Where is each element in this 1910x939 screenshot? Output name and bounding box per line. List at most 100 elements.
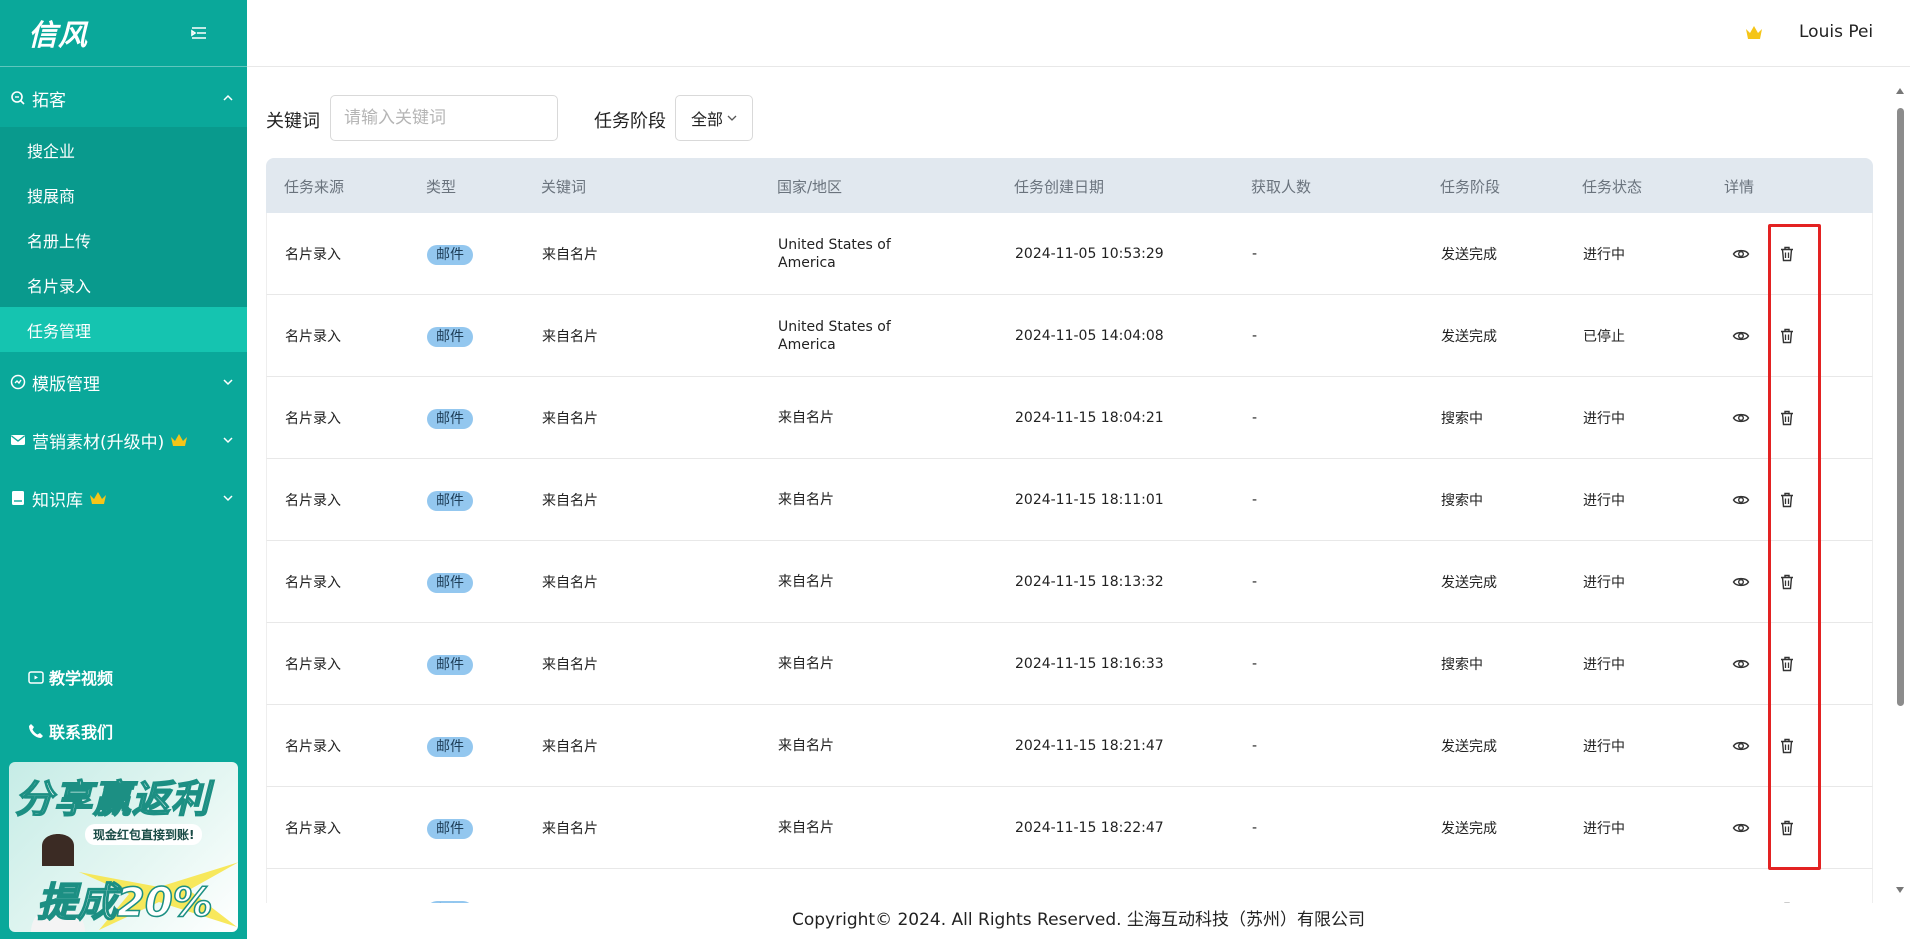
trash-icon[interactable] [1778,491,1796,509]
table-row: 名片录入 邮件 来自名片 来自名片 2024-11-15 18:22:47 - 发送完成 进行… [266,787,1873,869]
type-badge: 邮件 [427,572,473,593]
eye-icon[interactable] [1732,245,1750,263]
book-icon [12,491,24,505]
cell-created-date: 2024-11-15 18:22:47 [1015,819,1164,836]
header-task-source: 任务来源 [284,178,345,196]
header-created-date: 任务创建日期 [1014,178,1105,196]
header-keyword: 关键词 [541,178,587,196]
chevron-down-icon [727,115,737,121]
cell-task-stage: 发送完成 [1441,738,1497,755]
eye-icon[interactable] [1732,573,1750,591]
task-stage-label: 任务阶段 [594,111,666,132]
table-row: 名片录入 邮件 来自名片 来自名片 2024-11-15 18:13:32 - 发送完成 进行… [266,541,1873,623]
eye-icon[interactable] [1732,491,1750,509]
trash-icon[interactable] [1778,327,1796,345]
cell-type: 邮件 [427,818,473,839]
logo-bar: 信风 [0,0,247,67]
cell-created-date: 2024-11-15 18:21:47 [1015,737,1164,754]
sidebar-item-search-exhibitor[interactable]: 搜展商 [0,172,247,217]
cell-country: 来自名片 [778,573,834,590]
menu-group-label: 营销素材(升级中) [32,432,165,453]
menu-group-prospect[interactable]: 拓客 [0,69,247,127]
type-badge: 邮件 [427,818,473,839]
trash-icon[interactable] [1778,655,1796,673]
trash-icon[interactable] [1778,737,1796,755]
eye-icon[interactable] [1732,737,1750,755]
cell-task-source: 名片录入 [285,246,341,263]
eye-icon[interactable] [1732,655,1750,673]
cell-type: 邮件 [427,654,473,675]
chevron-down-icon [223,437,233,444]
cell-keyword: 来自名片 [542,492,598,509]
keyword-label: 关键词 [266,111,320,132]
promo-bonus: 提成20% [36,879,213,927]
collapse-menu-icon[interactable] [191,26,207,40]
table-row: 邮件 [266,869,1873,904]
sidebar: 信风 拓客 搜企业 搜展商 名册上传 名片录入 任务管理 模版管理 营销素材(升… [0,0,247,939]
tutorial-video-label: 教学视频 [49,669,114,688]
table-row: 名片录入 邮件 来自名片 来自名片 2024-11-15 18:04:21 - 搜索中 进行中 [266,377,1873,459]
sidebar-item-task-management[interactable]: 任务管理 [0,307,247,352]
scroll-down-icon[interactable] [1895,886,1905,894]
cell-country: 来自名片 [778,737,834,754]
eye-icon[interactable] [1732,819,1750,837]
cell-type: 邮件 [427,408,473,429]
contact-us-link[interactable]: 联系我们 [27,719,113,743]
app-logo[interactable]: 信风 [28,12,88,54]
cell-task-status: 已停止 [1583,328,1625,345]
cell-country: United States of America [778,236,891,271]
header-acquired-count: 获取人数 [1251,178,1312,196]
task-stage-select[interactable]: 全部 [675,95,753,141]
scroll-up-icon[interactable] [1895,87,1905,95]
video-icon [28,671,44,684]
cell-task-status: 进行中 [1583,656,1625,673]
eye-icon[interactable] [1732,327,1750,345]
cell-country: 来自名片 [778,491,834,508]
menu-group-knowledge[interactable]: 知识库 [0,469,247,527]
cell-type: 邮件 [427,244,473,265]
cell-task-status: 进行中 [1583,492,1625,509]
type-badge: 邮件 [427,654,473,675]
cell-country: United States of America [778,318,891,353]
user-name[interactable]: Louis Pei [1799,22,1873,42]
cell-keyword: 来自名片 [542,328,598,345]
cell-task-source: 名片录入 [285,738,341,755]
vip-crown-icon[interactable] [1745,25,1763,40]
trash-icon[interactable] [1778,573,1796,591]
sidebar-item-search-company[interactable]: 搜企业 [0,127,247,172]
cell-acquired-count: - [1252,409,1258,426]
cell-keyword: 来自名片 [542,574,598,591]
keyword-input[interactable] [330,95,558,141]
promo-subtitle: 现金红包直接到账! [85,824,203,845]
type-badge: 邮件 [427,244,473,265]
task-table: 任务来源 类型 关键词 国家/地区 任务创建日期 获取人数 任务阶段 任务状态 … [266,158,1873,904]
cell-created-date: 2024-11-15 18:11:01 [1015,491,1164,508]
menu-group-label: 拓客 [32,90,66,111]
sidebar-item-card-entry[interactable]: 名片录入 [0,262,247,307]
vertical-scrollbar-thumb[interactable] [1897,108,1904,706]
cell-acquired-count: - [1252,655,1258,672]
trash-icon[interactable] [1778,409,1796,427]
cell-keyword: 来自名片 [542,656,598,673]
trash-icon[interactable] [1778,819,1796,837]
tutorial-video-link[interactable]: 教学视频 [27,665,113,689]
menu-group-template[interactable]: 模版管理 [0,353,247,411]
cell-country: 来自名片 [778,655,834,672]
menu-group-marketing[interactable]: 营销素材(升级中) [0,411,247,469]
type-badge: 邮件 [427,490,473,511]
cell-acquired-count: - [1252,491,1258,508]
mail-icon [11,435,25,445]
sidebar-item-roster-upload[interactable]: 名册上传 [0,217,247,262]
cell-acquired-count: - [1252,573,1258,590]
top-bar [247,0,1910,67]
promo-banner[interactable]: 分享赢返利 现金红包直接到账! 提成20% [9,762,238,932]
trash-icon[interactable] [1778,245,1796,263]
menu-group-label: 知识库 [32,490,83,511]
promo-title: 分享赢返利 [14,776,211,822]
task-stage-value: 全部 [690,110,723,129]
cell-task-stage: 搜索中 [1441,492,1483,509]
eye-icon[interactable] [1732,409,1750,427]
cell-country: 来自名片 [778,409,834,426]
table-header: 任务来源 类型 关键词 国家/地区 任务创建日期 获取人数 任务阶段 任务状态 … [266,158,1873,213]
cell-acquired-count: - [1252,737,1258,754]
